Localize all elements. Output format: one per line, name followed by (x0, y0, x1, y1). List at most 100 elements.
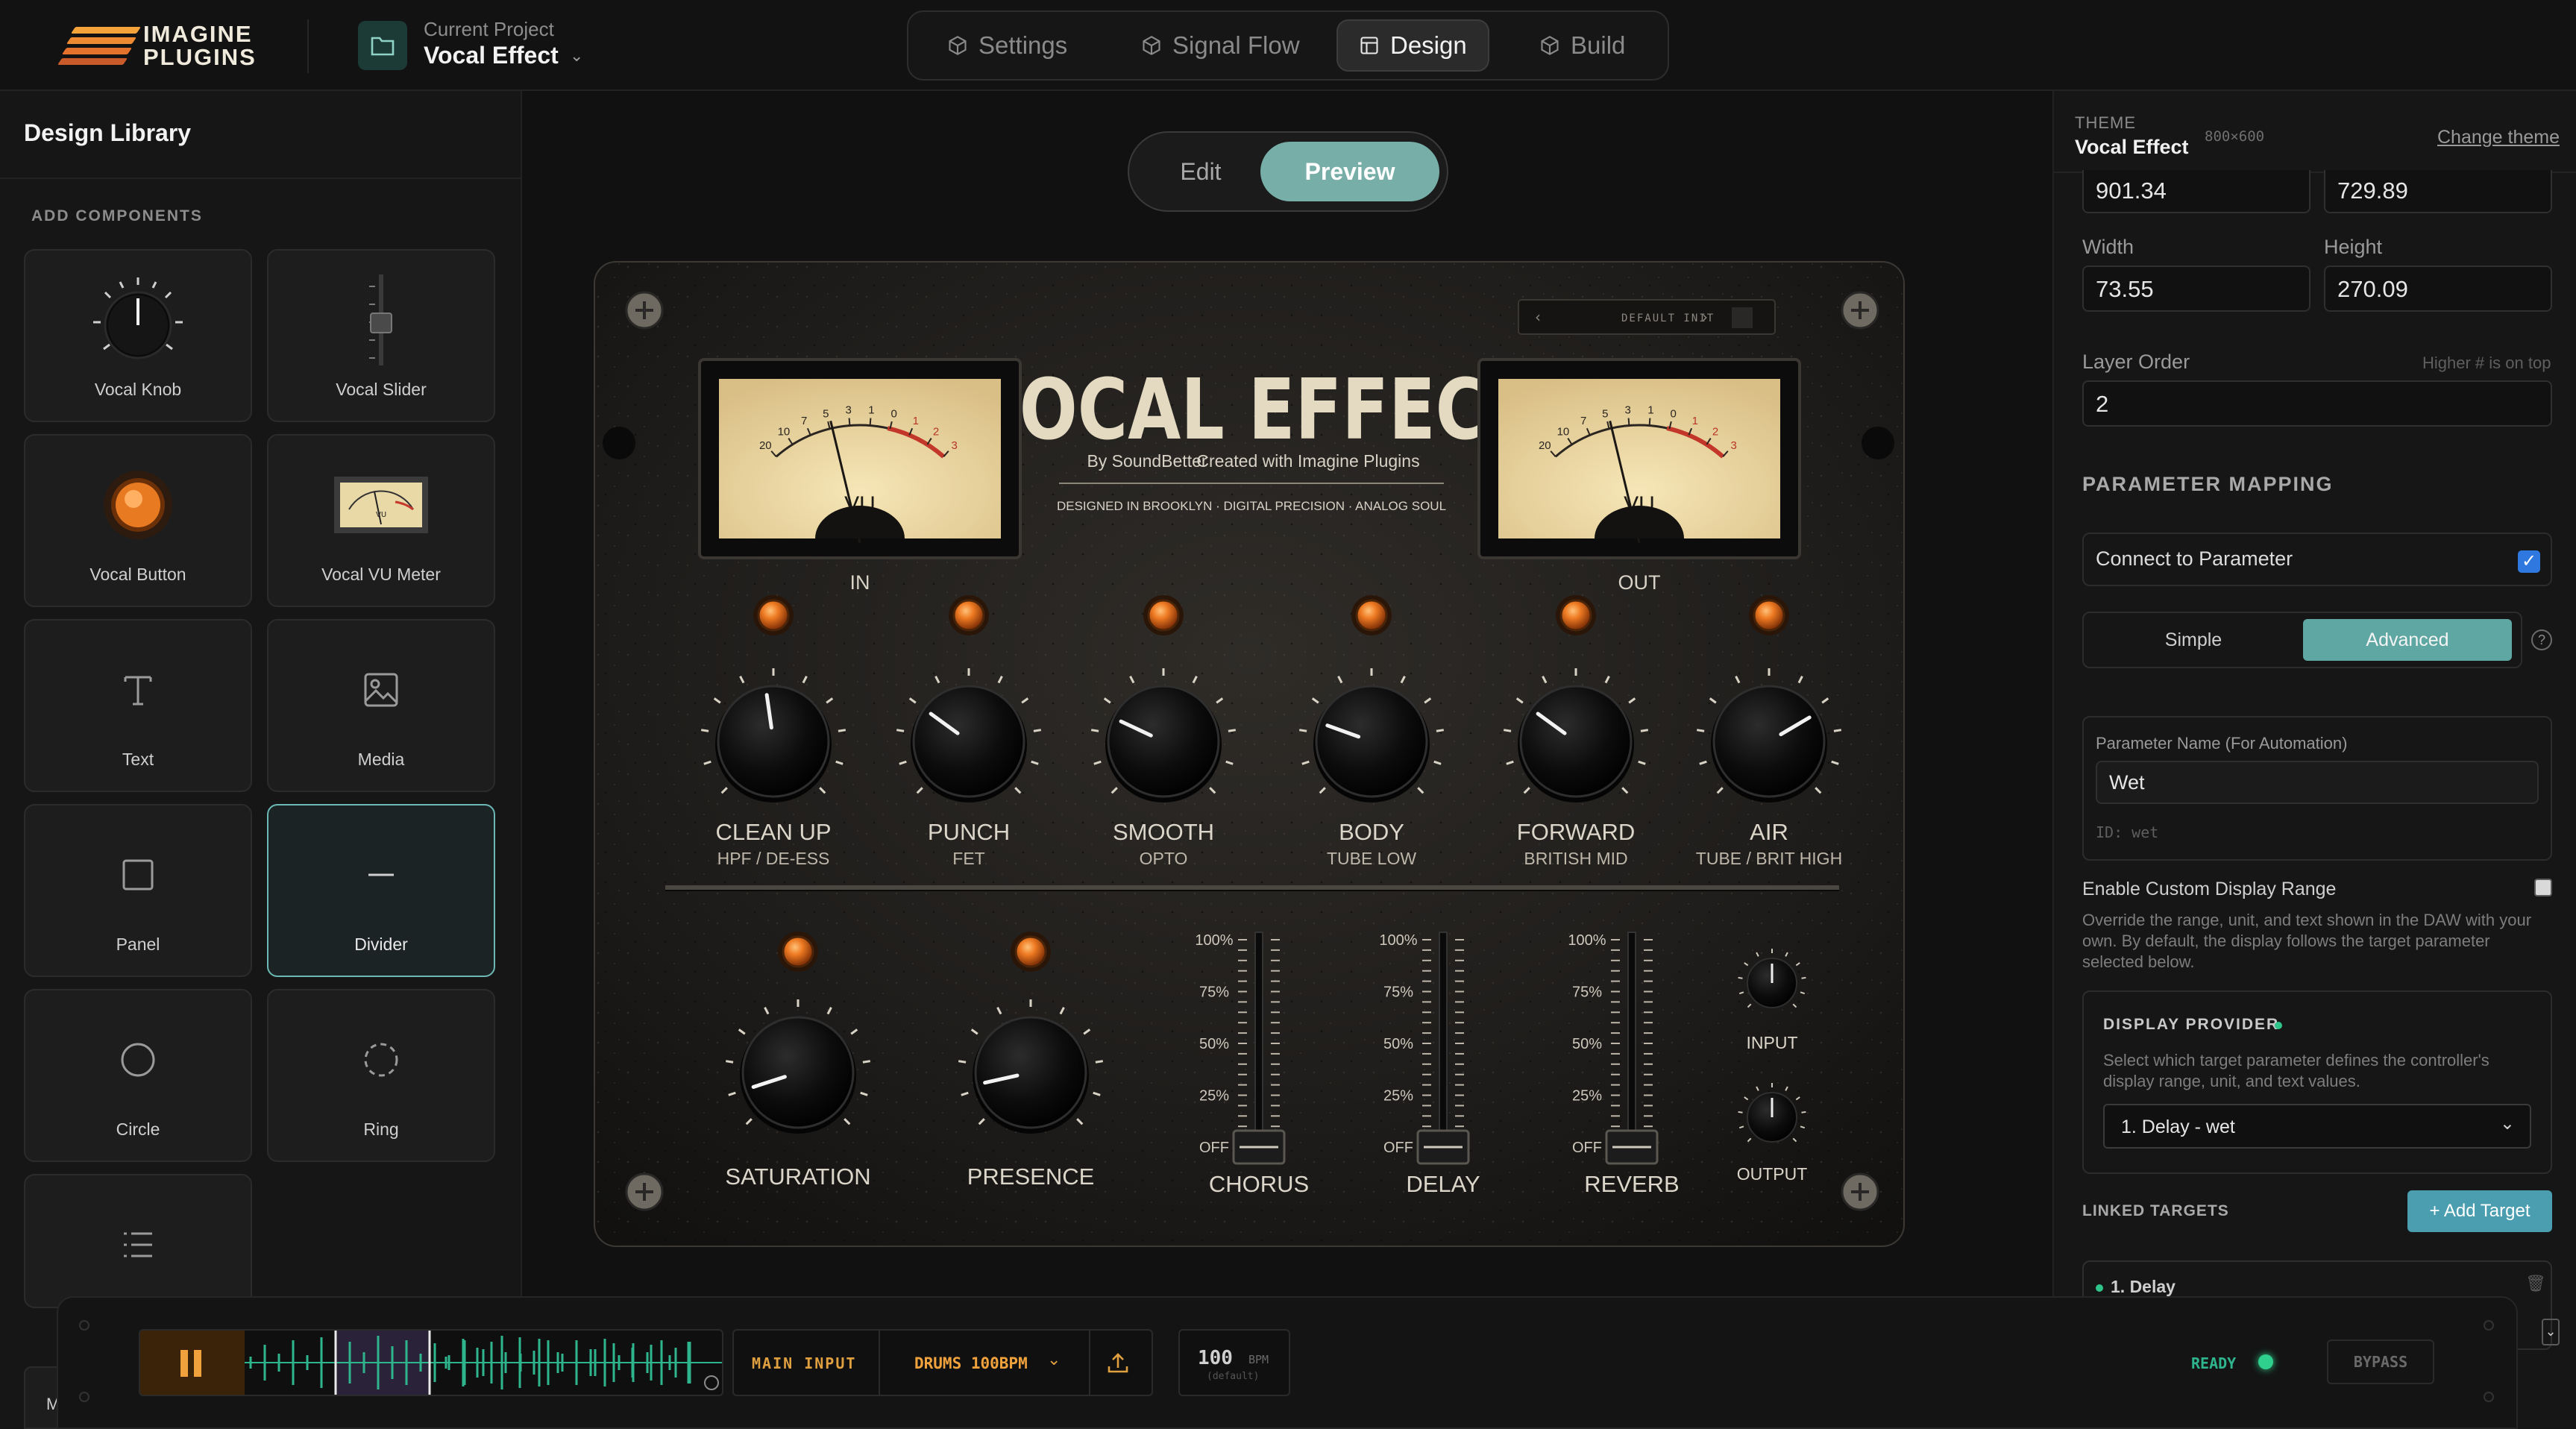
plugin-byline: By SoundBetter (1087, 451, 1207, 471)
project-name[interactable]: Vocal Effect (424, 42, 559, 69)
upload-icon[interactable] (1105, 1350, 1131, 1375)
svg-text:VU: VU (376, 511, 386, 519)
component-card-vocal-button[interactable]: Vocal Button (24, 434, 252, 607)
component-card-text[interactable]: Text (24, 619, 252, 792)
preset-prev-icon[interactable]: ‹ (1535, 308, 1541, 326)
tab-design[interactable]: Design (1336, 19, 1489, 72)
component-card-divider[interactable]: Divider (267, 804, 495, 977)
custom-range-label: Enable Custom Display Range (2082, 879, 2337, 899)
bypass-button[interactable]: BYPASS (2327, 1340, 2434, 1384)
bpm-display[interactable]: 100 BPM (default) (1178, 1329, 1290, 1396)
orange-button-icon[interactable] (1011, 932, 1051, 972)
status-text: READY (2191, 1354, 2237, 1372)
bpm-value: 100 (1198, 1347, 1233, 1369)
status-dot (2096, 1284, 2103, 1292)
cube-icon (1143, 36, 1160, 55)
orange-button-icon[interactable] (1749, 595, 1789, 635)
component-card-circle[interactable]: Circle (24, 989, 252, 1162)
preset-selector[interactable]: ‹ DEFAULT INIT › (1518, 299, 1776, 335)
custom-range-checkbox[interactable] (2534, 879, 2552, 896)
component-card-vocal-vu-meter[interactable]: VU Vocal VU Meter (267, 434, 495, 607)
vu-scale-label: 3 (1731, 439, 1737, 452)
component-card-panel[interactable]: Panel (24, 804, 252, 977)
component-card-ring[interactable]: Ring (267, 989, 495, 1162)
help-icon[interactable]: ? (2531, 629, 2552, 650)
mode-simple-button[interactable]: Simple (2084, 613, 2303, 667)
brand-logo[interactable]: IMAGINE PLUGINS (57, 22, 255, 72)
card-label: Vocal Knob (94, 380, 182, 399)
y-position-input[interactable]: 729.89 (2324, 170, 2552, 213)
knob-label: FORWARD (1517, 819, 1635, 845)
edit-mode-button[interactable]: Edit (1141, 142, 1260, 201)
orange-button-icon[interactable] (1143, 595, 1184, 635)
theme-size: 800×600 (2205, 128, 2265, 145)
knob-icon (93, 277, 183, 359)
param-name-input[interactable]: Wet (2096, 761, 2539, 804)
chevron-down-icon: ⌄ (2499, 1114, 2515, 1134)
source-select[interactable]: DRUMS 100BPM ⌄ (880, 1331, 1089, 1395)
connect-checkbox[interactable]: ✓ (2518, 550, 2540, 573)
change-theme-link[interactable]: Change theme (2437, 127, 2560, 148)
fader-label: CHORUS (1209, 1171, 1309, 1197)
orange-button-icon[interactable] (1351, 595, 1392, 635)
preset-next-icon[interactable]: › (1702, 308, 1708, 326)
height-input[interactable]: 270.09 (2324, 266, 2552, 312)
tab-build[interactable]: Build (1518, 19, 1646, 72)
add-target-button[interactable]: + Add Target (2407, 1190, 2552, 1232)
project-folder-button[interactable] (358, 21, 407, 70)
display-provider-box: DISPLAY PROVIDER Select which target par… (2082, 990, 2552, 1174)
orange-button-icon[interactable] (1556, 595, 1596, 635)
divider (307, 19, 309, 73)
layer-order-input[interactable]: 2 (2082, 380, 2552, 427)
save-icon[interactable] (1732, 307, 1753, 328)
vu-scale-label: 5 (823, 408, 829, 421)
plugin-tagline: DESIGNED IN BROOKLYN · DIGITAL PRECISION… (1057, 499, 1446, 513)
clock-icon[interactable] (704, 1375, 719, 1390)
card-label: Text (122, 750, 154, 769)
plugin-title: VOCAL EFFECT (967, 362, 1533, 459)
fader-scale-label: 25% (1383, 1088, 1413, 1105)
connect-parameter-row[interactable]: Connect to Parameter ✓ (2082, 533, 2552, 586)
orange-button-icon[interactable] (753, 595, 794, 635)
square-icon (122, 859, 154, 891)
pause-icon-bar (194, 1350, 201, 1377)
component-card-list[interactable] (24, 1174, 252, 1308)
tab-settings[interactable]: Settings (926, 19, 1088, 72)
chevron-down-icon[interactable]: ⌄ (2542, 1319, 2560, 1345)
fader-scale-label: OFF (1572, 1140, 1602, 1156)
waveform-display[interactable] (245, 1331, 722, 1395)
component-card-vocal-knob[interactable]: Vocal Knob (24, 249, 252, 422)
param-name-label: Parameter Name (For Automation) (2096, 734, 2348, 753)
pause-button[interactable] (140, 1331, 245, 1395)
trash-icon[interactable]: 🗑 (2525, 1274, 2546, 1293)
parameter-mapping-heading: PARAMETER MAPPING (2082, 473, 2334, 495)
width-input[interactable]: 73.55 (2082, 266, 2310, 312)
component-card-media[interactable]: Media (267, 619, 495, 792)
preview-mode-button[interactable]: Preview (1260, 142, 1439, 201)
vu-scale-label: 1 (1647, 404, 1653, 417)
fader-scale-label: 25% (1572, 1088, 1602, 1105)
list-icon (124, 1232, 152, 1257)
vu-scale-label: 20 (759, 439, 772, 452)
fader-scale-label: 50% (1199, 1036, 1229, 1052)
status-led (2258, 1354, 2273, 1369)
component-card-vocal-slider[interactable]: Vocal Slider (267, 249, 495, 422)
corner-screw (2484, 1320, 2494, 1331)
orange-button-icon[interactable] (949, 595, 989, 635)
vu-meter-in: 201075 3 1 0123VUIN (698, 358, 1022, 594)
custom-range-description: Override the range, unit, and text shown… (2082, 911, 2532, 971)
vu-scale-label: 10 (1557, 425, 1570, 438)
chevron-down-icon[interactable]: ⌄ (570, 46, 583, 66)
fader-scale-label: 25% (1199, 1088, 1229, 1105)
mode-advanced-button[interactable]: Advanced (2303, 619, 2512, 661)
orange-button-icon[interactable] (778, 932, 818, 972)
x-position-input[interactable]: 901.34 (2082, 170, 2310, 213)
status-dot (2275, 1022, 2282, 1029)
logo-stripes-icon (57, 25, 142, 69)
vu-scale-label: 0 (1671, 408, 1677, 421)
param-id: ID: wet (2096, 823, 2159, 841)
knob-label: PUNCH (928, 819, 1010, 845)
tab-signal-flow[interactable]: Signal Flow (1120, 19, 1321, 72)
provider-select[interactable]: 1. Delay - wet ⌄ (2103, 1104, 2531, 1149)
top-bar: IMAGINE PLUGINS Current Project Vocal Ef… (0, 0, 2576, 91)
